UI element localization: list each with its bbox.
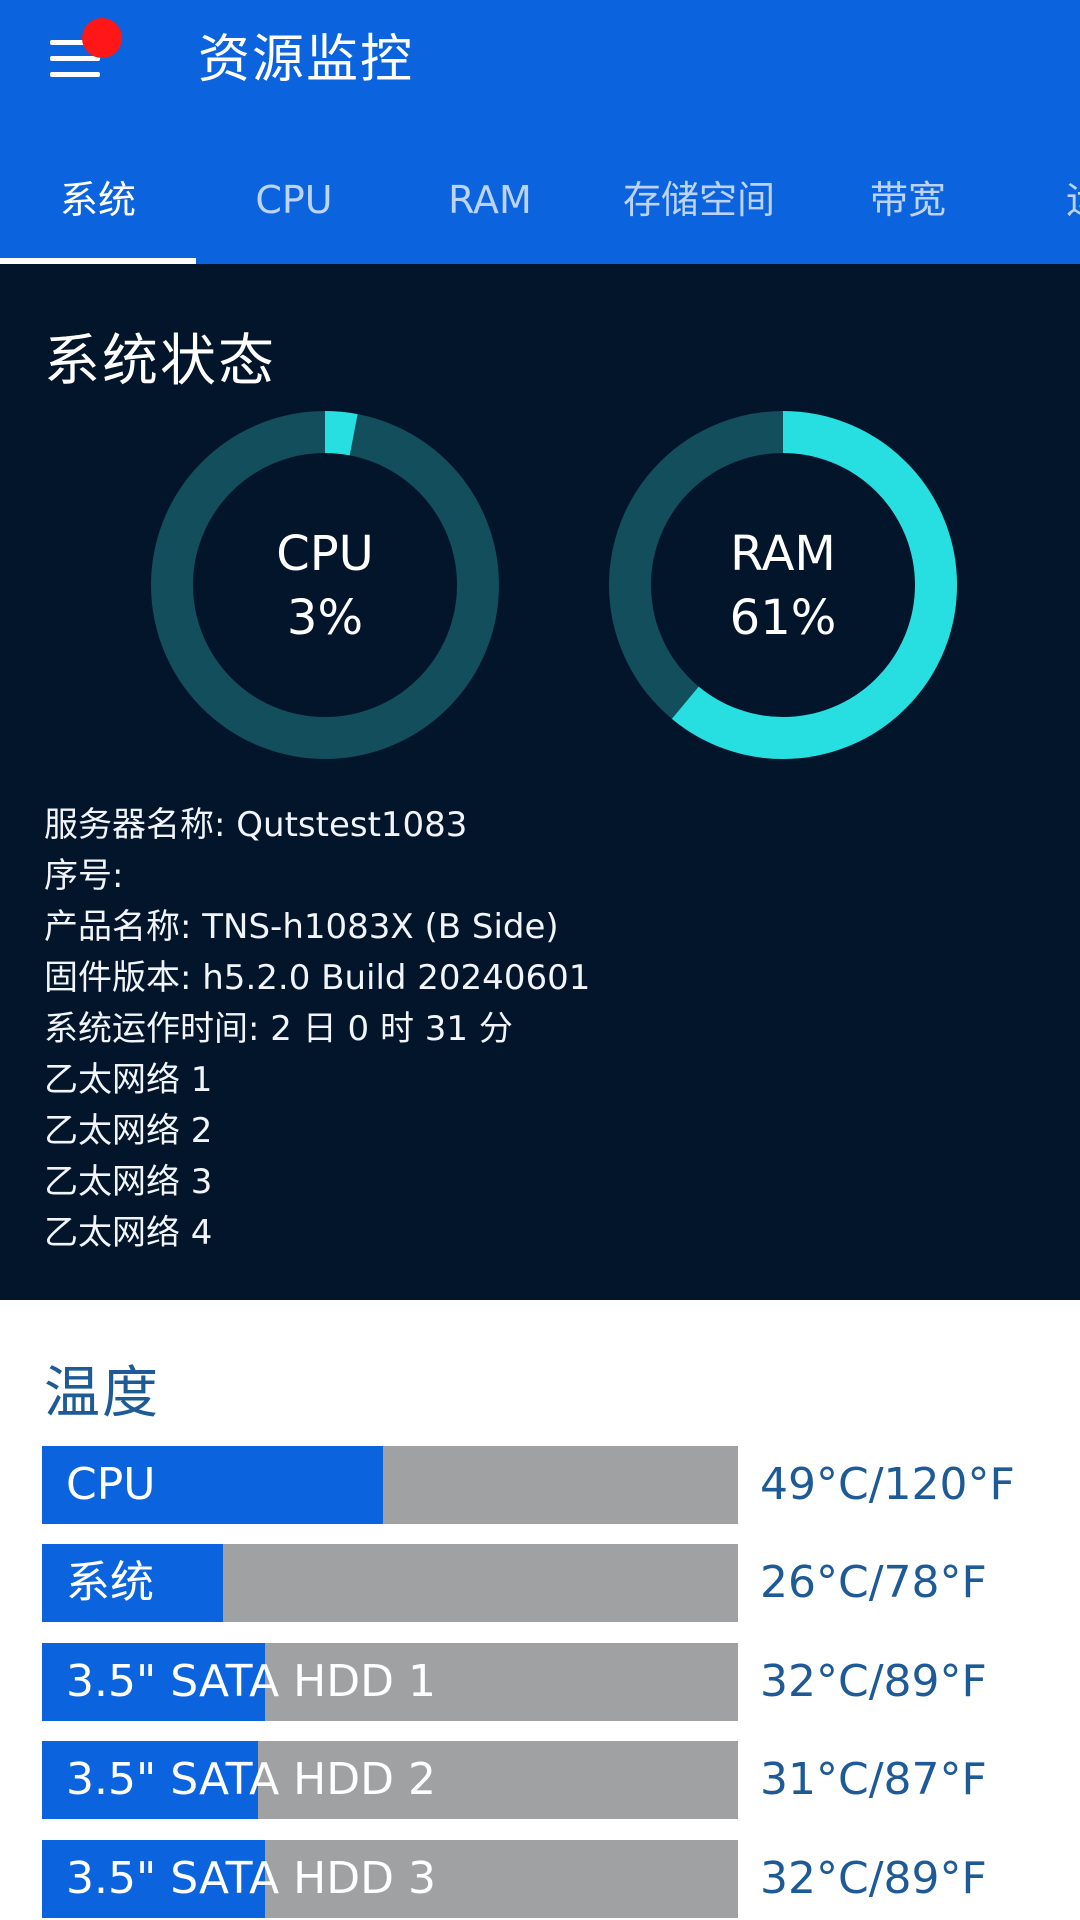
ethernet-4: 乙太网络 4 [44, 1213, 213, 1253]
tab-storage[interactable]: 存储空间 [608, 140, 790, 264]
temp-bar: 系统 [42, 1544, 738, 1622]
temp-label: CPU [66, 1459, 156, 1510]
system-uptime: 系统运作时间: 2 日 0 时 31 分 [44, 1009, 513, 1049]
serial-number: 序号: [44, 856, 124, 896]
temp-value: 32°C/89°F [760, 1656, 987, 1707]
section-title-temperature: 温度 [44, 1361, 160, 1426]
temp-value: 26°C/78°F [760, 1557, 987, 1608]
temp-value: 31°C/87°F [760, 1754, 987, 1805]
temp-bar: 3.5" SATA HDD 1 [42, 1643, 738, 1721]
hamburger-menu-icon-line [50, 56, 100, 61]
temp-label: 3.5" SATA HDD 2 [66, 1754, 437, 1805]
tab-cpu[interactable]: CPU [196, 140, 392, 264]
tab-bandwidth[interactable]: 带宽 [810, 140, 1006, 264]
temp-value: 49°C/120°F [760, 1459, 1015, 1510]
ethernet-3: 乙太网络 3 [44, 1162, 213, 1202]
temp-bar: 3.5" SATA HDD 3 [42, 1840, 738, 1918]
ram-gauge-value: 61% [729, 590, 837, 646]
product-name: 产品名称: TNS-h1083X (B Side) [44, 907, 559, 947]
app-bar: 资源监控 [0, 0, 1080, 140]
tab-system[interactable]: 系统 [0, 140, 196, 264]
cpu-usage-gauge[interactable]: CPU 3% [150, 410, 500, 760]
cpu-gauge-label: CPU [276, 526, 374, 582]
ethernet-2: 乙太网络 2 [44, 1111, 213, 1151]
server-name: 服务器名称: Qutstest1083 [44, 805, 468, 845]
temp-value: 32°C/89°F [760, 1853, 987, 1904]
ram-gauge-text: RAM 61% [608, 522, 958, 650]
cpu-gauge-text: CPU 3% [150, 522, 500, 650]
section-title-system-status: 系统状态 [44, 329, 276, 394]
system-status-panel: 系统状态 CPU 3% RAM 61% 服务器名称: Qutstest1083 … [0, 264, 1080, 1300]
tab-bar: 系统 CPU RAM 存储空间 带宽 运 [0, 140, 1080, 264]
temp-bar: CPU [42, 1446, 738, 1524]
menu-button[interactable] [44, 18, 122, 100]
temp-label: 3.5" SATA HDD 3 [66, 1853, 437, 1904]
temp-label: 系统 [66, 1557, 154, 1608]
ram-gauge-label: RAM [730, 526, 836, 582]
notification-dot [82, 18, 122, 58]
temp-label: 3.5" SATA HDD 1 [66, 1656, 437, 1707]
firmware-version: 固件版本: h5.2.0 Build 20240601 [44, 958, 591, 998]
page-title: 资源监控 [198, 30, 415, 90]
ram-usage-gauge[interactable]: RAM 61% [608, 410, 958, 760]
hamburger-menu-icon-line [50, 72, 100, 77]
tab-more[interactable]: 运 [1066, 140, 1080, 264]
cpu-gauge-value: 3% [286, 590, 364, 646]
system-info-list: 服务器名称: Qutstest1083 序号: 产品名称: TNS-h1083X… [44, 800, 590, 1259]
temp-bar: 3.5" SATA HDD 2 [42, 1741, 738, 1819]
ethernet-1: 乙太网络 1 [44, 1060, 213, 1100]
tab-ram[interactable]: RAM [392, 140, 588, 264]
